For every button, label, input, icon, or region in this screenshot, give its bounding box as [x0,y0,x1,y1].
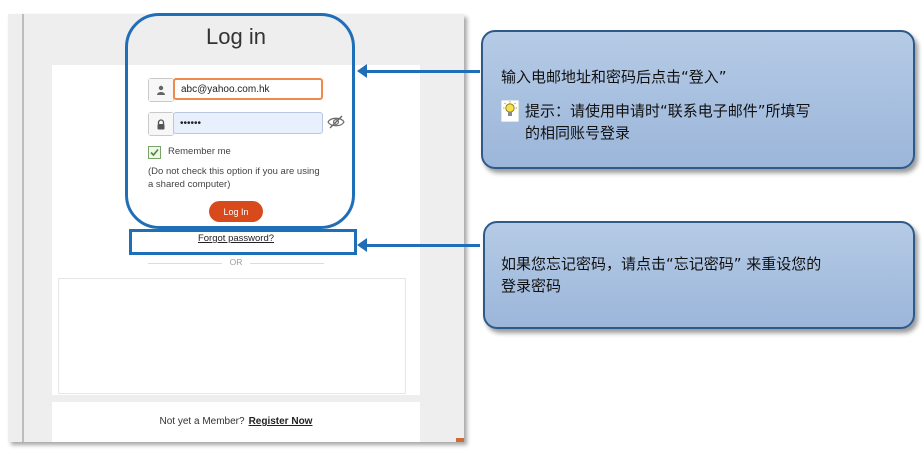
lightbulb-icon [500,99,520,123]
register-prompt: Not yet a Member? Register Now [52,416,420,427]
forgot-password-highlight [129,229,357,255]
corner-mark [456,438,464,442]
arrow-to-login-form [357,64,480,78]
or-divider-left [148,263,222,264]
login-instruction-callout: 输入电邮地址和密码后点击“登入” 提示：请使用申请时“联系电子邮件”所填写 的相… [481,30,915,169]
forgot-instruction-line2: 登录密码 [501,277,562,295]
left-edge-divider [22,14,24,442]
not-member-text: Not yet a Member? [159,416,245,427]
forgot-instruction-line1: 如果您忘记密码，请点击“忘记密码” 来重设您的 [501,255,822,273]
login-instruction-text: 输入电邮地址和密码后点击“登入” [501,68,727,86]
forgot-password-callout: 如果您忘记密码，请点击“忘记密码” 来重设您的 登录密码 [483,221,915,329]
arrow-to-forgot-password [357,238,480,252]
tip-text-line2: 的相同账号登录 [525,124,631,142]
social-login-area [58,278,406,394]
register-link[interactable]: Register Now [249,416,313,427]
login-form-highlight [125,13,355,229]
tip-text-line1: 提示：请使用申请时“联系电子邮件”所填写 [525,102,811,120]
or-label: OR [229,257,243,267]
or-divider-right [250,263,324,264]
